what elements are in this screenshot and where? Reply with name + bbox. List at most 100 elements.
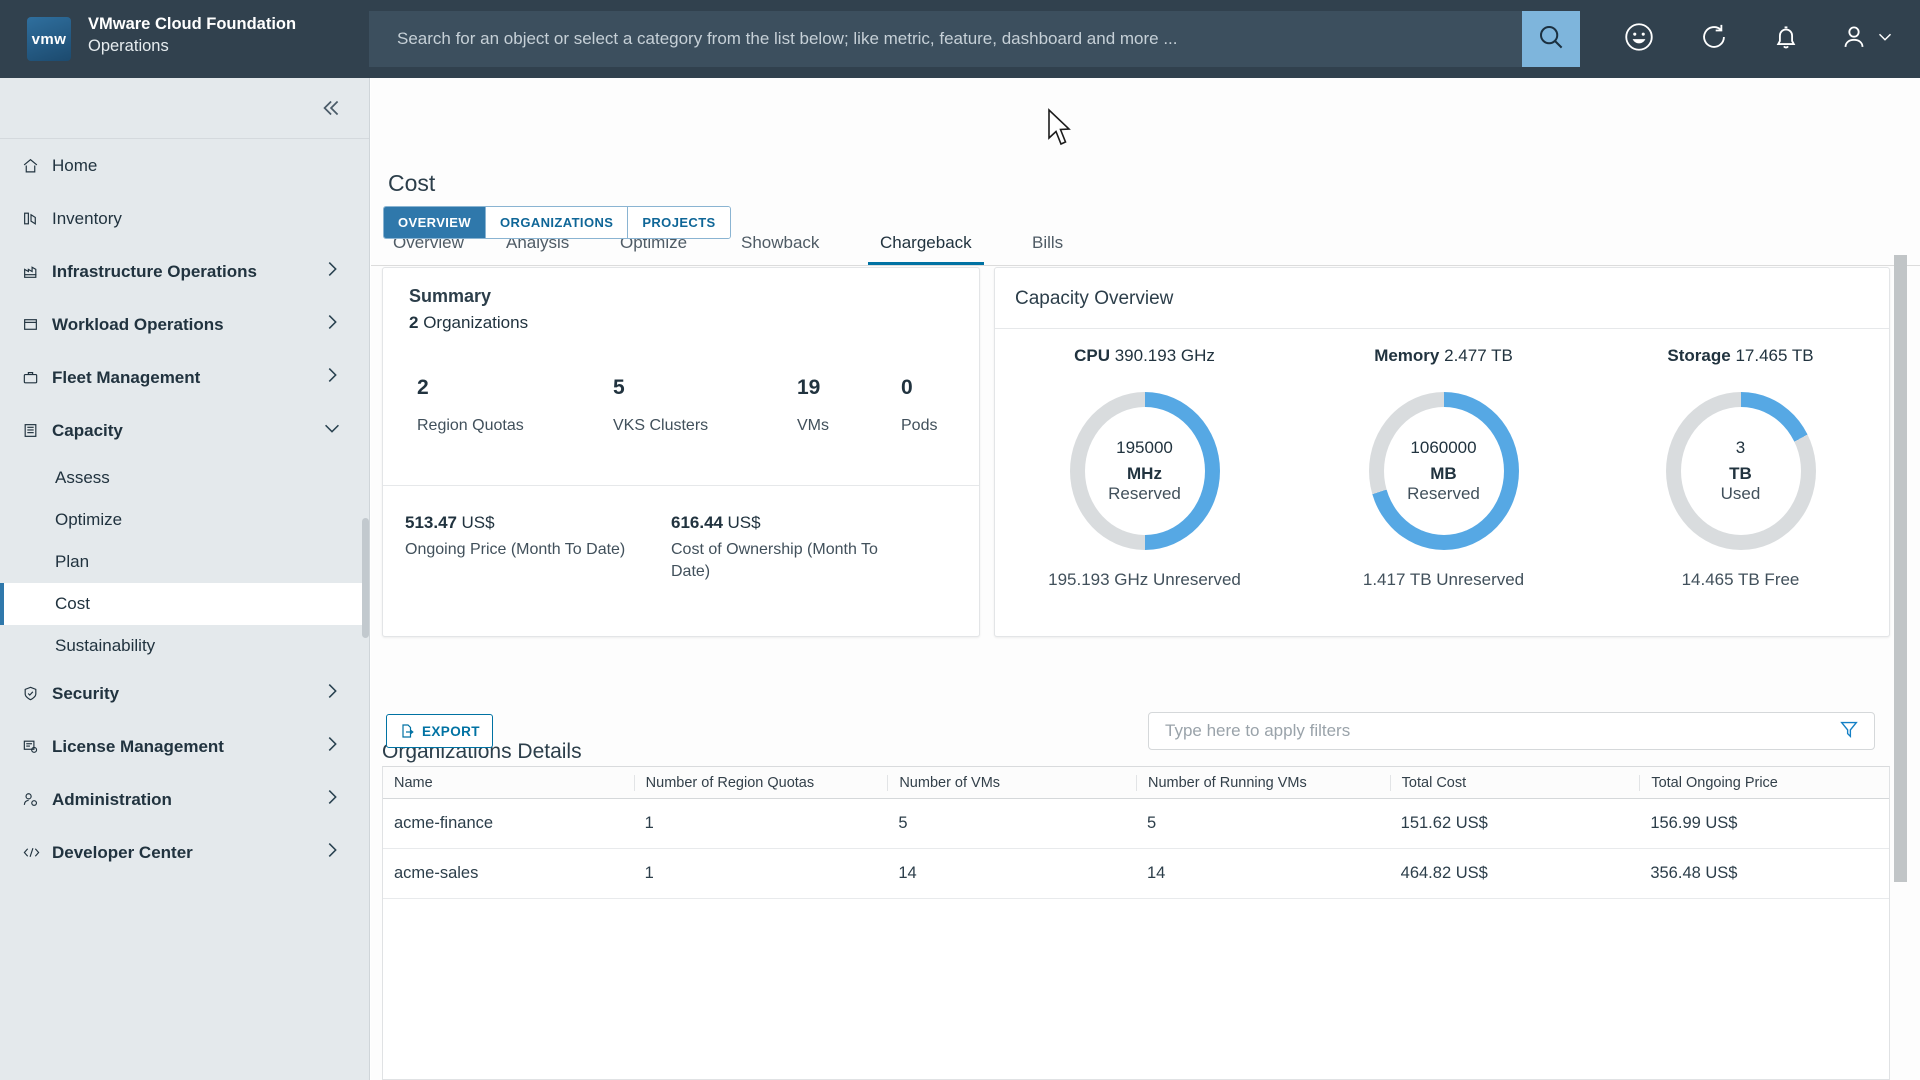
storage-donut-chart: 3 TB Used: [1666, 392, 1816, 550]
cell-name: acme-finance: [383, 814, 634, 833]
table-header-row: Name Number of Region Quotas Number of V…: [383, 767, 1889, 799]
storage-name: Storage: [1667, 346, 1730, 365]
sidebar-item-license-management[interactable]: License Management: [0, 720, 369, 773]
export-button[interactable]: EXPORT: [386, 714, 493, 748]
app-header: vmw VMware Cloud Foundation Operations S…: [0, 0, 1920, 78]
storage-center-value: 3: [1736, 438, 1745, 458]
sidebar-collapse-bar: [0, 78, 369, 139]
cell-total-cost: 464.82 US$: [1390, 864, 1640, 883]
stat-vks-clusters: 5 VKS Clusters: [613, 376, 708, 435]
column-header-name[interactable]: Name: [383, 775, 634, 791]
storage-donut-center: 3 TB Used: [1681, 407, 1801, 535]
cpu-center-word: Reserved: [1108, 484, 1181, 504]
sidebar-item-home[interactable]: Home: [0, 139, 369, 192]
tab-bills[interactable]: Bills: [1020, 233, 1075, 265]
main-content: Cost Overview Analysis Optimize Showback…: [371, 78, 1920, 1080]
ongoing-price-label: Ongoing Price (Month To Date): [405, 539, 647, 561]
cost-of-ownership-value-row: 616.44 US$: [671, 513, 921, 533]
sidebar-item-infrastructure-operations[interactable]: Infrastructure Operations: [0, 245, 369, 298]
column-header-vms[interactable]: Number of VMs: [887, 775, 1136, 791]
page-title: Cost: [388, 170, 435, 197]
cost-of-ownership-unit: US$: [727, 513, 760, 532]
sidebar-item-label: Home: [52, 156, 343, 176]
column-header-running-vms[interactable]: Number of Running VMs: [1136, 775, 1390, 791]
summary-org-count: 2: [409, 313, 418, 332]
tab-showback[interactable]: Showback: [729, 233, 831, 265]
column-header-total-ongoing-price[interactable]: Total Ongoing Price: [1639, 775, 1889, 791]
sidebar-scrollbar-thumb[interactable]: [362, 518, 369, 638]
sidebar-item-label: Developer Center: [52, 843, 321, 863]
subtab-group: OVERVIEW ORGANIZATIONS PROJECTS: [383, 206, 731, 239]
global-search[interactable]: Search for an object or select a categor…: [369, 11, 1580, 67]
sidebar-item-developer-center[interactable]: Developer Center: [0, 826, 369, 879]
cell-vms: 5: [887, 814, 1136, 833]
user-icon[interactable]: [1837, 20, 1871, 59]
chevron-down-icon[interactable]: [1874, 26, 1896, 53]
summary-card: Summary 2 Organizations 2 Region Quotas …: [382, 267, 980, 637]
stat-value: 2: [417, 376, 524, 400]
briefcase-icon: [22, 369, 44, 386]
search-input-placeholder[interactable]: Search for an object or select a categor…: [369, 29, 1178, 49]
table-row[interactable]: acme-sales 1 14 14 464.82 US$ 356.48 US$: [383, 849, 1889, 899]
stat-label: Pods: [901, 417, 937, 435]
double-chevron-left-icon[interactable]: [317, 95, 343, 126]
inventory-icon: [22, 210, 44, 227]
refresh-icon[interactable]: [1697, 20, 1731, 59]
stat-value: 19: [797, 376, 829, 400]
memory-footer: 1.417 TB Unreserved: [1294, 570, 1593, 590]
ongoing-price-block: 513.47 US$ Ongoing Price (Month To Date): [405, 513, 647, 561]
sidebar-item-assess[interactable]: Assess: [0, 457, 369, 499]
column-header-region-quotas[interactable]: Number of Region Quotas: [634, 775, 888, 791]
sidebar-item-label: Infrastructure Operations: [52, 262, 321, 282]
sidebar-item-fleet-management[interactable]: Fleet Management: [0, 351, 369, 404]
sidebar-item-security[interactable]: Security: [0, 667, 369, 720]
table-row[interactable]: acme-finance 1 5 5 151.62 US$ 156.99 US$: [383, 799, 1889, 849]
chevron-right-icon[interactable]: [321, 258, 343, 285]
sidebar-item-optimize[interactable]: Optimize: [0, 499, 369, 541]
summary-org-label: Organizations: [423, 313, 528, 332]
notification-bell-icon[interactable]: [1769, 20, 1803, 59]
mouse-cursor: [1047, 108, 1073, 153]
summary-card-title: Summary: [409, 286, 491, 307]
page-scrollbar-thumb[interactable]: [1894, 255, 1907, 882]
filter-placeholder[interactable]: Type here to apply filters: [1149, 721, 1838, 741]
subtab-projects[interactable]: PROJECTS: [627, 207, 729, 238]
tab-chargeback[interactable]: Chargeback: [868, 233, 984, 265]
chevron-right-icon[interactable]: [321, 733, 343, 760]
shield-icon: [22, 685, 44, 702]
memory-center-word: Reserved: [1407, 484, 1480, 504]
sidebar-item-label: Assess: [55, 468, 110, 488]
feedback-smiley-icon[interactable]: [1622, 20, 1656, 59]
stat-value: 5: [613, 376, 708, 400]
search-button[interactable]: [1522, 11, 1580, 67]
sidebar-item-plan[interactable]: Plan: [0, 541, 369, 583]
sidebar-item-workload-operations[interactable]: Workload Operations: [0, 298, 369, 351]
sidebar-item-capacity[interactable]: Capacity: [0, 404, 369, 457]
sidebar-item-inventory[interactable]: Inventory: [0, 192, 369, 245]
chevron-right-icon[interactable]: [321, 786, 343, 813]
sidebar-item-administration[interactable]: Administration: [0, 773, 369, 826]
chevron-down-icon[interactable]: [321, 417, 343, 444]
cpu-donut-center: 195000 MHz Reserved: [1085, 407, 1205, 535]
capacity-icon: [22, 422, 44, 439]
chevron-right-icon[interactable]: [321, 311, 343, 338]
cpu-footer: 195.193 GHz Unreserved: [995, 570, 1294, 590]
subtab-overview[interactable]: OVERVIEW: [384, 207, 485, 238]
cell-total-ongoing-price: 156.99 US$: [1639, 814, 1889, 833]
chevron-right-icon[interactable]: [321, 680, 343, 707]
cell-total-cost: 151.62 US$: [1390, 814, 1640, 833]
chevron-right-icon[interactable]: [321, 364, 343, 391]
ongoing-price-value: 513.47: [405, 513, 457, 532]
filter-funnel-icon[interactable]: [1838, 718, 1874, 745]
subtab-organizations[interactable]: ORGANIZATIONS: [485, 207, 627, 238]
sidebar-item-sustainability[interactable]: Sustainability: [0, 625, 369, 667]
stat-value: 0: [901, 376, 937, 400]
sidebar-item-label: Inventory: [52, 209, 343, 229]
brand-line-2: Operations: [88, 35, 296, 57]
filter-input[interactable]: Type here to apply filters: [1148, 712, 1875, 750]
chevron-right-icon[interactable]: [321, 839, 343, 866]
cpu-name: CPU: [1074, 346, 1110, 365]
sidebar-item-cost[interactable]: Cost: [0, 583, 369, 625]
cost-of-ownership-block: 616.44 US$ Cost of Ownership (Month To D…: [671, 513, 921, 582]
column-header-total-cost[interactable]: Total Cost: [1390, 775, 1640, 791]
